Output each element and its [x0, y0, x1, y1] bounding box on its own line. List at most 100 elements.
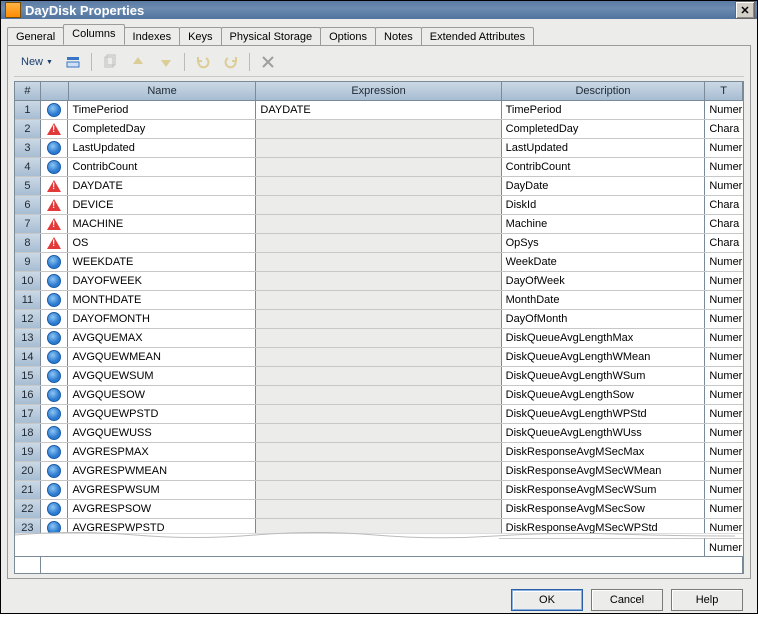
expression-cell[interactable] — [256, 424, 501, 442]
description-cell[interactable]: CompletedDay — [502, 120, 706, 138]
header-expression[interactable]: Expression — [256, 82, 501, 100]
header-type[interactable]: T — [705, 82, 743, 100]
expression-cell[interactable] — [256, 348, 501, 366]
type-cell[interactable]: Numer — [705, 329, 743, 347]
tab-options[interactable]: Options — [320, 27, 376, 46]
description-cell[interactable]: DiskResponseAvgMSecMax — [502, 443, 706, 461]
expression-cell[interactable]: DAYDATE — [256, 101, 501, 119]
row-number[interactable]: 16 — [15, 386, 41, 404]
type-cell[interactable]: Numer — [705, 500, 743, 518]
description-cell[interactable]: OpSys — [502, 234, 706, 252]
type-cell[interactable]: Numer — [705, 405, 743, 423]
type-cell[interactable]: Numer — [705, 481, 743, 499]
edit-main[interactable] — [41, 557, 743, 573]
description-cell[interactable]: Machine — [502, 215, 706, 233]
row-number[interactable]: 20 — [15, 462, 41, 480]
name-cell[interactable]: DEVICE — [68, 196, 256, 214]
description-cell[interactable]: DiskQueueAvgLengthWUss — [502, 424, 706, 442]
description-cell[interactable]: WeekDate — [502, 253, 706, 271]
insert-row-button[interactable] — [60, 51, 86, 73]
description-cell[interactable]: DiskResponseAvgMSecWSum — [502, 481, 706, 499]
row-number[interactable]: 8 — [15, 234, 41, 252]
tab-columns[interactable]: Columns — [63, 24, 124, 45]
tab-notes[interactable]: Notes — [375, 27, 422, 46]
table-row[interactable]: 9WEEKDATEWeekDateNumer — [15, 253, 743, 272]
table-row[interactable]: 4ContribCountContribCountNumer — [15, 158, 743, 177]
table-row[interactable]: 16AVGQUESOWDiskQueueAvgLengthSowNumer — [15, 386, 743, 405]
name-cell[interactable]: ContribCount — [68, 158, 256, 176]
table-row[interactable]: 21AVGRESPWSUMDiskResponseAvgMSecWSumNume… — [15, 481, 743, 500]
name-cell[interactable]: DAYDATE — [68, 177, 256, 195]
expression-cell[interactable] — [256, 443, 501, 461]
description-cell[interactable]: TimePeriod — [502, 101, 706, 119]
expression-cell[interactable] — [256, 329, 501, 347]
name-cell[interactable]: AVGRESPWSUM — [68, 481, 256, 499]
name-cell[interactable]: AVGRESPMAX — [68, 443, 256, 461]
table-row[interactable]: 3LastUpdatedLastUpdatedNumer — [15, 139, 743, 158]
type-cell[interactable]: Numer — [705, 158, 743, 176]
row-number[interactable]: 6 — [15, 196, 41, 214]
row-number[interactable]: 14 — [15, 348, 41, 366]
expression-cell[interactable] — [256, 500, 501, 518]
name-cell[interactable]: MONTHDATE — [68, 291, 256, 309]
table-row[interactable]: 10DAYOFWEEKDayOfWeekNumer — [15, 272, 743, 291]
description-cell[interactable]: DiskId — [502, 196, 706, 214]
help-button[interactable]: Help — [671, 589, 743, 611]
type-cell[interactable]: Chara — [705, 196, 743, 214]
tab-extended-attributes[interactable]: Extended Attributes — [421, 27, 534, 46]
expression-cell[interactable] — [256, 291, 501, 309]
row-number[interactable]: 15 — [15, 367, 41, 385]
type-cell[interactable]: Chara — [705, 215, 743, 233]
expression-cell[interactable] — [256, 158, 501, 176]
tab-general[interactable]: General — [7, 27, 64, 46]
header-num[interactable]: # — [15, 82, 41, 100]
description-cell[interactable]: DayDate — [502, 177, 706, 195]
description-cell[interactable]: MonthDate — [502, 291, 706, 309]
type-cell[interactable]: Numer — [705, 348, 743, 366]
description-cell[interactable]: DiskQueueAvgLengthSow — [502, 386, 706, 404]
expression-cell[interactable] — [256, 462, 501, 480]
name-cell[interactable]: DAYOFMONTH — [68, 310, 256, 328]
table-row[interactable]: 12DAYOFMONTHDayOfMonthNumer — [15, 310, 743, 329]
expression-cell[interactable] — [256, 367, 501, 385]
name-cell[interactable]: DAYOFWEEK — [68, 272, 256, 290]
expression-cell[interactable] — [256, 481, 501, 499]
cancel-button[interactable]: Cancel — [591, 589, 663, 611]
name-cell[interactable]: LastUpdated — [68, 139, 256, 157]
table-row[interactable]: 15AVGQUEWSUMDiskQueueAvgLengthWSumNumer — [15, 367, 743, 386]
type-cell[interactable]: Numer — [705, 443, 743, 461]
name-cell[interactable]: AVGRESPSOW — [68, 500, 256, 518]
table-row[interactable]: 18AVGQUEWUSSDiskQueueAvgLengthWUssNumer — [15, 424, 743, 443]
header-description[interactable]: Description — [502, 82, 706, 100]
table-row[interactable]: 5DAYDATEDayDateNumer — [15, 177, 743, 196]
table-row[interactable]: 20AVGRESPWMEANDiskResponseAvgMSecWMeanNu… — [15, 462, 743, 481]
expression-cell[interactable] — [256, 139, 501, 157]
name-cell[interactable]: AVGQUEWUSS — [68, 424, 256, 442]
row-number[interactable]: 7 — [15, 215, 41, 233]
type-cell[interactable]: Numer — [705, 291, 743, 309]
tab-physical-storage[interactable]: Physical Storage — [221, 27, 322, 46]
type-cell[interactable]: Chara — [705, 234, 743, 252]
table-row[interactable]: 17AVGQUEWPSTDDiskQueueAvgLengthWPStdNume… — [15, 405, 743, 424]
row-number[interactable]: 18 — [15, 424, 41, 442]
ok-button[interactable]: OK — [511, 589, 583, 611]
name-cell[interactable]: AVGQUEWMEAN — [68, 348, 256, 366]
tab-indexes[interactable]: Indexes — [124, 27, 181, 46]
name-cell[interactable]: AVGQUESOW — [68, 386, 256, 404]
row-number[interactable]: 5 — [15, 177, 41, 195]
header-name[interactable]: Name — [69, 82, 257, 100]
table-row[interactable]: 1TimePeriodDAYDATETimePeriodNumer — [15, 101, 743, 120]
table-row[interactable]: 2CompletedDayCompletedDayChara — [15, 120, 743, 139]
row-number[interactable]: 19 — [15, 443, 41, 461]
row-number[interactable]: 1 — [15, 101, 41, 119]
description-cell[interactable]: DiskQueueAvgLengthWPStd — [502, 405, 706, 423]
table-row[interactable]: 19 AVGRESPMAX DiskResponseAvgMSecMaxNumer — [15, 443, 743, 462]
row-number[interactable]: 11 — [15, 291, 41, 309]
expression-cell[interactable] — [256, 405, 501, 423]
type-cell[interactable]: Numer — [705, 272, 743, 290]
tab-keys[interactable]: Keys — [179, 27, 221, 46]
expression-cell[interactable] — [256, 253, 501, 271]
description-cell[interactable]: DiskResponseAvgMSecWMean — [502, 462, 706, 480]
type-cell[interactable]: Numer — [705, 253, 743, 271]
type-cell[interactable]: Numer — [705, 310, 743, 328]
